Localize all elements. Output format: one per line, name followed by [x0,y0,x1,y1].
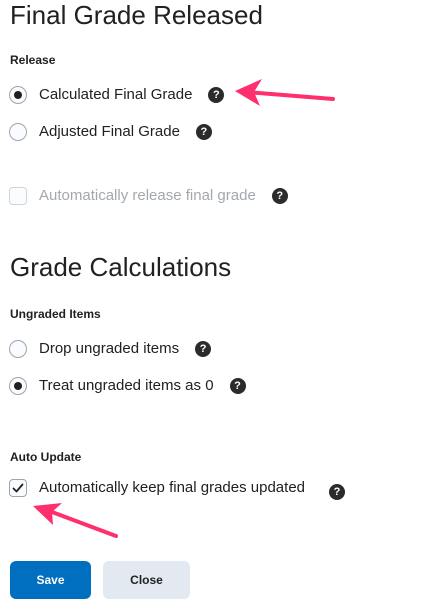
drop-ungraded-label: Drop ungraded items [39,340,180,357]
treat-ungraded-zero-label: Treat ungraded items as 0 [39,377,214,394]
save-button[interactable]: Save [10,561,91,599]
drop-ungraded-radio[interactable] [9,340,27,358]
help-icon[interactable]: ? [229,378,246,394]
help-icon[interactable]: ? [195,124,212,140]
adjusted-final-grade-option[interactable]: Adjusted Final Grade ? [9,120,212,144]
final-grade-released-heading: Final Grade Released [10,0,263,30]
help-icon[interactable]: ? [329,484,346,500]
auto-update-checkbox[interactable] [9,479,27,497]
help-icon[interactable]: ? [195,341,212,357]
release-label: Release [10,53,56,67]
calculated-final-grade-option[interactable]: Calculated Final Grade ? [9,83,225,107]
annotation-arrow-icon [235,79,335,106]
adjusted-final-grade-radio[interactable] [9,123,27,141]
calculated-final-grade-radio[interactable] [9,86,27,104]
ungraded-items-label: Ungraded Items [10,307,101,321]
grade-calculations-heading: Grade Calculations [10,252,232,282]
drop-ungraded-option[interactable]: Drop ungraded items ? [9,337,212,361]
auto-release-option: Automatically release final grade ? [9,184,288,208]
adjusted-final-grade-label: Adjusted Final Grade [39,123,180,140]
close-button[interactable]: Close [103,561,190,599]
auto-release-checkbox [9,187,27,205]
auto-update-label: Auto Update [10,450,82,464]
auto-update-option-label: Automatically keep final grades updated [39,479,306,496]
treat-ungraded-zero-radio[interactable] [9,377,27,395]
auto-release-label: Automatically release final grade [39,187,256,204]
help-icon[interactable]: ? [208,87,225,103]
auto-update-option[interactable]: Automatically keep final grades updated … [9,476,346,500]
annotation-arrow-icon [33,503,118,538]
calculated-final-grade-label: Calculated Final Grade [39,86,193,103]
help-icon[interactable]: ? [271,188,288,204]
treat-ungraded-zero-option[interactable]: Treat ungraded items as 0 ? [9,374,246,398]
checkmark-icon [12,483,24,493]
